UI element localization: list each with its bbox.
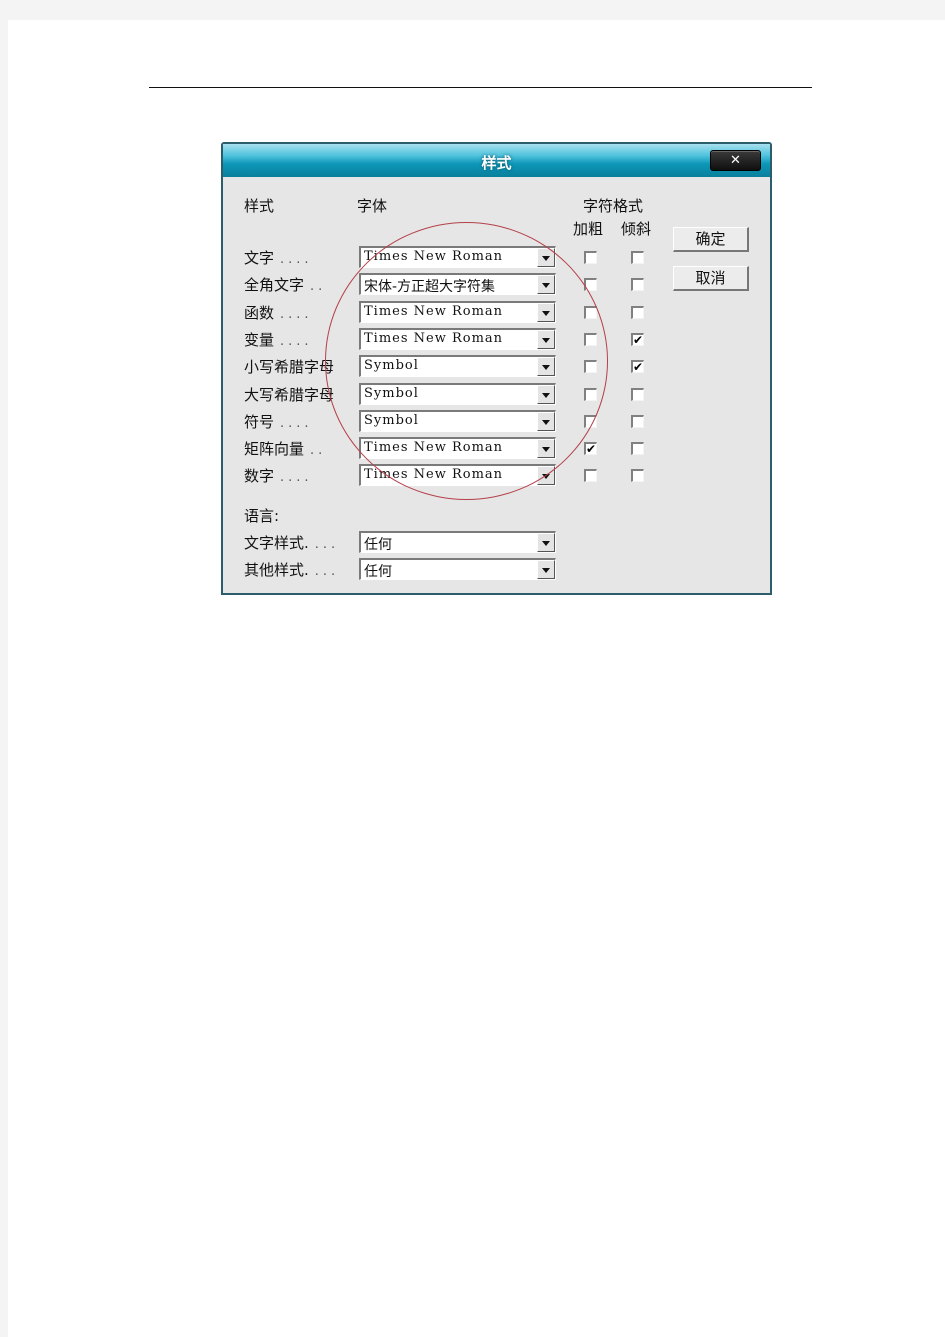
font-select-value: Times New Roman: [364, 249, 504, 264]
leader-dots: ....: [280, 470, 313, 485]
font-select[interactable]: 宋体-方正超大字符集: [359, 273, 556, 295]
row-label-text: 大写希腊字母: [244, 386, 335, 404]
leader-dots: ...: [314, 537, 340, 552]
dialog-titlebar[interactable]: 样式 ✕: [223, 144, 770, 177]
dropdown-arrow-icon[interactable]: [537, 248, 555, 267]
italic-checkbox[interactable]: ✔: [631, 360, 644, 373]
row-label-text: 小写希腊字母: [244, 358, 335, 376]
leader-dots: ...: [314, 564, 340, 579]
font-select-value: Times New Roman: [364, 304, 504, 319]
bold-checkbox[interactable]: [584, 388, 597, 401]
bold-checkbox[interactable]: [584, 469, 597, 482]
bold-column-header: 加粗: [573, 220, 604, 238]
italic-checkbox[interactable]: [631, 469, 644, 482]
dropdown-arrow-icon[interactable]: [537, 533, 555, 552]
style-column-header: 样式: [244, 197, 275, 215]
font-select-value: Symbol: [364, 358, 419, 373]
italic-checkbox[interactable]: [631, 388, 644, 401]
italic-checkbox[interactable]: ✔: [631, 333, 644, 346]
check-icon: ✔: [633, 360, 644, 374]
dropdown-arrow-icon[interactable]: [537, 385, 555, 404]
font-select[interactable]: Symbol: [359, 410, 556, 432]
italic-checkbox[interactable]: [631, 278, 644, 291]
style-row-label: 矩阵向量..: [244, 438, 326, 459]
style-row-label: 大写希腊字母: [244, 384, 340, 405]
font-select[interactable]: Times New Roman: [359, 301, 556, 323]
style-row-label: 变量....: [244, 329, 313, 350]
char-format-header: 字符格式: [583, 197, 644, 215]
italic-column-header: 倾斜: [621, 220, 652, 238]
leader-dots: ....: [280, 252, 313, 267]
row-label-text: 函数: [244, 304, 275, 322]
dropdown-arrow-icon[interactable]: [537, 330, 555, 349]
language-label: 语言:: [244, 507, 280, 525]
style-row-label: 文字....: [244, 247, 313, 268]
row-label-text: 全角文字: [244, 276, 305, 294]
language-row-label: 文字样式....: [244, 532, 339, 553]
style-row-label: 小写希腊字母: [244, 356, 340, 377]
style-row-label: 全角文字..: [244, 274, 326, 295]
bold-checkbox[interactable]: [584, 360, 597, 373]
language-row-text: 文字样式.: [244, 534, 309, 552]
font-select[interactable]: Symbol: [359, 355, 556, 377]
dropdown-arrow-icon[interactable]: [537, 357, 555, 376]
language-select[interactable]: 任何: [359, 558, 556, 580]
bold-checkbox[interactable]: [584, 278, 597, 291]
bold-checkbox[interactable]: [584, 306, 597, 319]
italic-checkbox[interactable]: [631, 442, 644, 455]
leader-dots: ..: [310, 443, 327, 458]
bold-checkbox[interactable]: [584, 333, 597, 346]
language-select[interactable]: 任何: [359, 531, 556, 553]
language-row-text: 其他样式.: [244, 561, 309, 579]
row-label-text: 数字: [244, 467, 275, 485]
dropdown-arrow-icon[interactable]: [537, 439, 555, 458]
check-icon: ✔: [586, 442, 597, 456]
close-button[interactable]: ✕: [710, 150, 761, 171]
style-row-label: 符号....: [244, 411, 313, 432]
dropdown-arrow-icon[interactable]: [537, 303, 555, 322]
language-row-label: 其他样式....: [244, 559, 339, 580]
dialog-title: 样式: [481, 154, 512, 172]
font-select[interactable]: Times New Roman: [359, 437, 556, 459]
style-row-label: 函数....: [244, 302, 313, 323]
row-label-text: 符号: [244, 413, 275, 431]
header-rule: [149, 87, 812, 88]
font-select[interactable]: Times New Roman: [359, 246, 556, 268]
style-dialog: 样式 ✕ 样式 字体 字符格式 加粗 倾斜 文字.... Times New Ro…: [221, 142, 772, 595]
font-select-value: Times New Roman: [364, 467, 504, 482]
font-select-value: 宋体-方正超大字符集: [364, 279, 496, 295]
leader-dots: ....: [280, 416, 313, 431]
italic-checkbox[interactable]: [631, 251, 644, 264]
font-select[interactable]: Symbol: [359, 383, 556, 405]
language-select-value: 任何: [364, 564, 392, 580]
leader-dots: ....: [280, 334, 313, 349]
style-row-label: 数字....: [244, 465, 313, 486]
language-select-value: 任何: [364, 537, 392, 553]
dropdown-arrow-icon[interactable]: [537, 275, 555, 294]
dropdown-arrow-icon[interactable]: [537, 560, 555, 579]
leader-dots: ....: [280, 307, 313, 322]
row-label-text: 文字: [244, 249, 275, 267]
leader-dots: ..: [310, 279, 327, 294]
font-select[interactable]: Times New Roman: [359, 464, 556, 486]
font-select-value: Times New Roman: [364, 331, 504, 346]
font-select-value: Times New Roman: [364, 440, 504, 455]
font-select[interactable]: Times New Roman: [359, 328, 556, 350]
font-column-header: 字体: [357, 197, 388, 215]
check-icon: ✔: [633, 333, 644, 347]
cancel-button[interactable]: 取消: [673, 266, 749, 291]
font-select-value: Symbol: [364, 413, 419, 428]
bold-checkbox[interactable]: ✔: [584, 442, 597, 455]
row-label-text: 变量: [244, 331, 275, 349]
italic-checkbox[interactable]: [631, 415, 644, 428]
font-select-value: Symbol: [364, 386, 419, 401]
row-label-text: 矩阵向量: [244, 440, 305, 458]
ok-button[interactable]: 确定: [673, 227, 749, 252]
dropdown-arrow-icon[interactable]: [537, 412, 555, 431]
italic-checkbox[interactable]: [631, 306, 644, 319]
close-icon: ✕: [730, 153, 741, 168]
bold-checkbox[interactable]: [584, 251, 597, 264]
bold-checkbox[interactable]: [584, 415, 597, 428]
dropdown-arrow-icon[interactable]: [537, 466, 555, 485]
